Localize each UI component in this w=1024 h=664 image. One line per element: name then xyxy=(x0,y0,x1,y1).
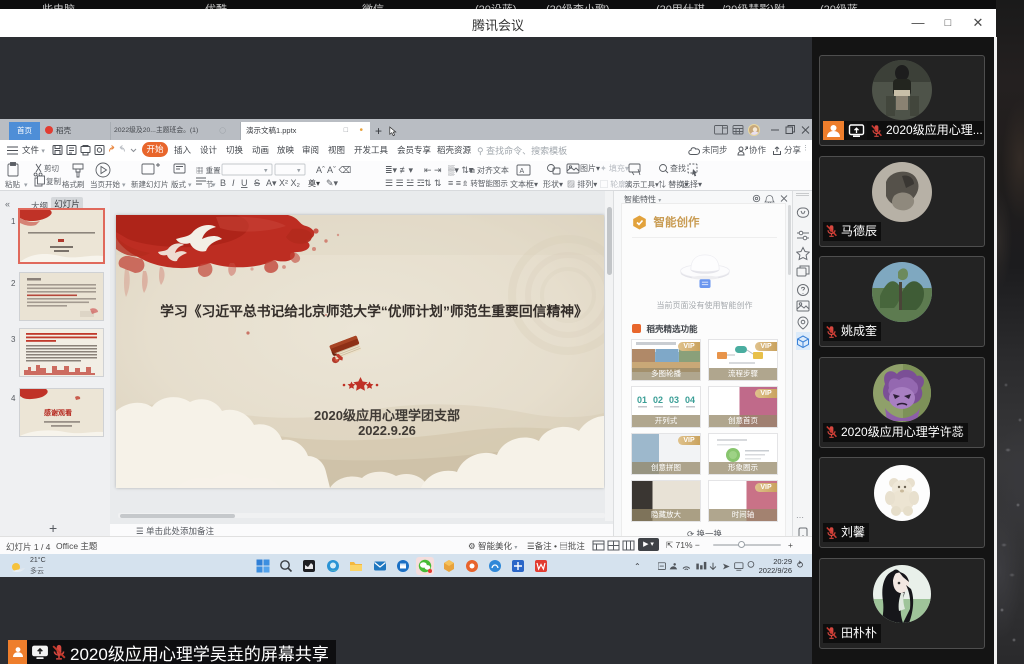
svg-text:U: U xyxy=(241,178,248,188)
svg-text:04: 04 xyxy=(685,395,695,405)
svg-text:当页开始: 当页开始 xyxy=(90,179,120,189)
svg-text:▾: ▾ xyxy=(212,182,216,189)
svg-text:演示工具▾: 演示工具▾ xyxy=(625,179,659,189)
svg-text:01: 01 xyxy=(637,395,647,405)
svg-text:A: A xyxy=(520,168,525,175)
svg-text:⇯ 转智能图示: ⇯ 转智能图示 xyxy=(462,178,508,188)
svg-text:S: S xyxy=(254,178,260,188)
svg-text:版式: 版式 xyxy=(171,179,186,189)
svg-text:▾: ▾ xyxy=(188,182,192,189)
svg-text:奠▾: 奠▾ xyxy=(308,178,320,188)
svg-text:形状▾: 形状▾ xyxy=(543,179,563,189)
svg-text:▾: ▾ xyxy=(24,182,28,189)
svg-text:感谢观看: 感谢观看 xyxy=(44,408,72,417)
svg-text:▾: ▾ xyxy=(297,168,301,175)
svg-text:≡ ≡: ≡ ≡ xyxy=(448,178,461,188)
svg-text:图片▾: 图片▾ xyxy=(580,163,600,173)
svg-text:Aˆ Aˇ ⌫: Aˆ Aˇ ⌫ xyxy=(316,165,352,175)
svg-text:▦ 重置: ▦ 重置 xyxy=(196,166,221,175)
svg-text:复制: 复制 xyxy=(46,176,61,186)
svg-text:⧉ 对齐文本: ⧉ 对齐文本 xyxy=(469,165,509,175)
svg-text:☰ ☰ ☱ ☲: ☰ ☰ ☱ ☲ xyxy=(385,178,425,188)
svg-text:▾: ▾ xyxy=(122,182,126,189)
svg-text:⇅ ⇅: ⇅ ⇅ xyxy=(424,178,442,188)
svg-text:粘贴: 粘贴 xyxy=(5,179,20,189)
svg-text:A▾ X² X₂: A▾ X² X₂ xyxy=(266,178,301,188)
svg-text:查找: 查找 xyxy=(670,163,686,173)
svg-text:⇤ ⇥: ⇤ ⇥ xyxy=(424,165,442,175)
svg-text:剪切: 剪切 xyxy=(44,163,59,173)
svg-text:文本框▾: 文本框▾ xyxy=(510,179,538,189)
svg-text:✎▾: ✎▾ xyxy=(326,178,339,188)
svg-text:B: B xyxy=(220,178,226,188)
svg-text:选择▾: 选择▾ xyxy=(682,179,702,189)
svg-text:≣▾ ≢▾: ≣▾ ≢▾ xyxy=(385,165,414,175)
svg-text:I: I xyxy=(232,178,235,188)
svg-text:03: 03 xyxy=(669,395,679,405)
svg-text:✦ 填充▾: ✦ 填充▾ xyxy=(600,163,629,173)
svg-text:▾: ▾ xyxy=(264,168,268,175)
svg-text:格式刷: 格式刷 xyxy=(62,179,85,189)
svg-text:02: 02 xyxy=(653,395,663,405)
svg-text:新建幻灯片: 新建幻灯片 xyxy=(131,179,169,189)
svg-text:▨ 排列▾: ▨ 排列▾ xyxy=(567,179,597,189)
